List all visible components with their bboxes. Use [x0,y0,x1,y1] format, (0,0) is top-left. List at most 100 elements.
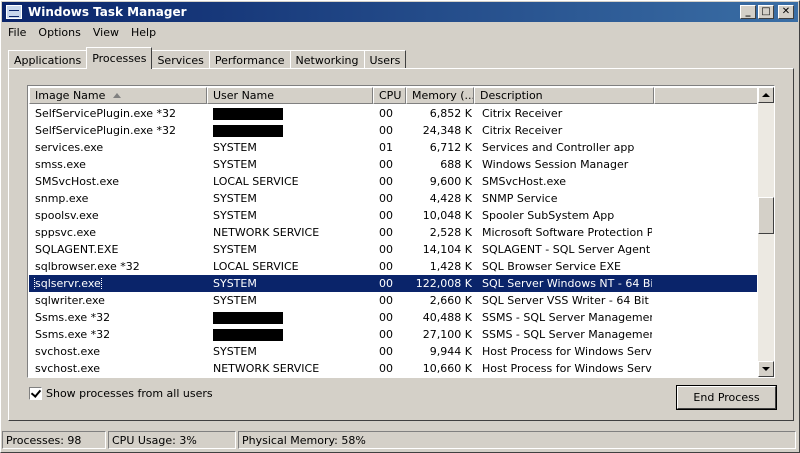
cell-image-name: svchost.exe [29,345,207,358]
cell-memory-text: 6,712 K [429,141,472,154]
menu-help[interactable]: Help [125,26,162,39]
redacted-user-name [213,108,283,120]
arrow-up-icon [762,93,770,97]
cell-memory-text: 122,008 K [415,277,472,290]
cell-memory-text: 9,600 K [429,175,472,188]
cell-cpu-text: 00 [379,209,393,222]
redacted-user-name [213,312,283,324]
column-header-image-name[interactable]: Image Name [29,87,207,104]
cell-user-name-text: SYSTEM [213,243,257,256]
cell-description: SQL Browser Service EXE [472,260,652,273]
cell-user-name: LOCAL SERVICE [207,175,373,188]
cell-image-name: svchost.exe [29,362,207,375]
cell-cpu: 00 [373,311,406,324]
column-header-user-name[interactable]: User Name [207,87,373,104]
table-row[interactable]: sqlwriter.exe SYSTEM 00 2,660 K SQL Server V… [29,292,757,309]
cell-cpu-text: 00 [379,158,393,171]
table-row[interactable]: SQLAGENT.EXE SYSTEM 00 14,104 K SQLAGENT - S… [29,241,757,258]
table-row[interactable]: spoolsv.exe SYSTEM 00 10,048 K Spooler SubSy… [29,207,757,224]
table-row[interactable]: svchost.exe SYSTEM 00 9,944 K Host Process f… [29,343,757,360]
close-button[interactable]: ✕ [778,5,794,19]
process-list[interactable]: Image Name User Name CPU Memory (... Des… [27,85,775,378]
cell-user-name [207,124,373,137]
cell-cpu-text: 00 [379,345,393,358]
title-bar[interactable]: Windows Task Manager _ □ ✕ [2,2,798,22]
table-row[interactable]: SelfServicePlugin.exe *32 00 24,348 K Citri… [29,122,757,139]
table-row[interactable]: SelfServicePlugin.exe *32 00 6,852 K Citrix… [29,105,757,122]
tab-services[interactable]: Services [151,50,210,69]
maximize-button[interactable]: □ [758,5,774,19]
column-header-memory[interactable]: Memory (... [406,87,474,104]
table-row[interactable]: SMSvcHost.exe LOCAL SERVICE 00 9,600 K SMSvc… [29,173,757,190]
cell-description: SMSvcHost.exe [472,175,652,188]
menu-file[interactable]: File [2,26,32,39]
end-process-button[interactable]: End Process [676,385,777,410]
cell-user-name: SYSTEM [207,243,373,256]
tab-processes[interactable]: Processes [86,47,153,69]
cell-description-text: Citrix Receiver [482,124,563,137]
column-header-description[interactable]: Description [474,87,654,104]
cell-cpu: 00 [373,243,406,256]
scroll-down-button[interactable] [758,361,774,377]
status-cpu-usage: CPU Usage: 3% [108,431,236,449]
cell-image-name-text: sqlwriter.exe [35,294,105,307]
column-header-label: Memory (... [412,89,474,102]
table-row[interactable]: sppsvc.exe NETWORK SERVICE 00 2,528 K Micros… [29,224,757,241]
cell-description-text: SQL Server Windows NT - 64 Bit [482,277,652,290]
cell-memory: 2,660 K [406,294,472,307]
cell-description-text: Host Process for Windows Services [482,345,652,358]
cell-cpu-text: 00 [379,328,393,341]
table-row[interactable]: Ssms.exe *32 00 27,100 K SSMS - SQL Server … [29,326,757,343]
cell-user-name-text: LOCAL SERVICE [213,175,299,188]
cell-image-name-text: SMSvcHost.exe [35,175,120,188]
cell-user-name [207,328,373,341]
cell-image-name: SQLAGENT.EXE [29,243,207,256]
cell-memory: 9,600 K [406,175,472,188]
cell-image-name: smss.exe [29,158,207,171]
cell-memory-text: 2,660 K [429,294,472,307]
cell-user-name-text: SYSTEM [213,294,257,307]
cell-image-name: snmp.exe [29,192,207,205]
column-header-label: CPU [379,89,402,102]
cell-description-text: SQLAGENT - SQL Server Agent [482,243,651,256]
cell-image-name-text: SelfServicePlugin.exe *32 [35,107,177,120]
tab-users[interactable]: Users [363,50,407,69]
cell-cpu: 00 [373,362,406,375]
cell-image-name-text: sppsvc.exe [35,226,96,239]
menu-options[interactable]: Options [32,26,86,39]
column-header-cpu[interactable]: CPU [373,87,406,104]
scroll-up-button[interactable] [758,87,774,103]
cell-user-name: SYSTEM [207,192,373,205]
cell-user-name: LOCAL SERVICE [207,260,373,273]
minimize-button[interactable]: _ [740,5,756,19]
cell-description: SNMP Service [472,192,652,205]
table-row[interactable]: sqlservr.exe SYSTEM 00 122,008 K SQL Server … [29,275,757,292]
cell-user-name-text: NETWORK SERVICE [213,362,320,375]
cell-user-name: NETWORK SERVICE [207,362,373,375]
table-row[interactable]: svchost.exe NETWORK SERVICE 00 10,660 K Host… [29,360,757,377]
show-all-users-checkbox[interactable] [29,387,42,400]
cell-image-name: SMSvcHost.exe [29,175,207,188]
tab-networking[interactable]: Networking [289,50,365,69]
menu-bar: File Options View Help [2,23,162,42]
cell-image-name: SelfServicePlugin.exe *32 [29,107,207,120]
cell-memory: 10,660 K [406,362,472,375]
tab-performance[interactable]: Performance [208,50,291,69]
cell-description-text: Microsoft Software Protection Pl... [482,226,652,239]
cell-memory-text: 9,944 K [429,345,472,358]
cell-user-name: SYSTEM [207,345,373,358]
vertical-scrollbar[interactable] [758,87,774,377]
cell-description: Spooler SubSystem App [472,209,652,222]
show-all-users-label: Show processes from all users [46,387,213,400]
menu-view[interactable]: View [87,26,125,39]
cell-description: SQL Server Windows NT - 64 Bit [472,277,652,290]
table-row[interactable]: sqlbrowser.exe *32 LOCAL SERVICE 00 1,428 K… [29,258,757,275]
scroll-thumb[interactable] [758,197,774,234]
tab-applications[interactable]: Applications [8,50,88,69]
table-row[interactable]: services.exe SYSTEM 01 6,712 K Services and … [29,139,757,156]
table-row[interactable]: snmp.exe SYSTEM 00 4,428 K SNMP Service [29,190,757,207]
table-row[interactable]: Ssms.exe *32 00 40,488 K SSMS - SQL Server … [29,309,757,326]
show-all-users-option[interactable]: Show processes from all users [29,387,213,400]
table-row[interactable]: smss.exe SYSTEM 00 688 K Windows Session Man… [29,156,757,173]
cell-description: Citrix Receiver [472,124,652,137]
